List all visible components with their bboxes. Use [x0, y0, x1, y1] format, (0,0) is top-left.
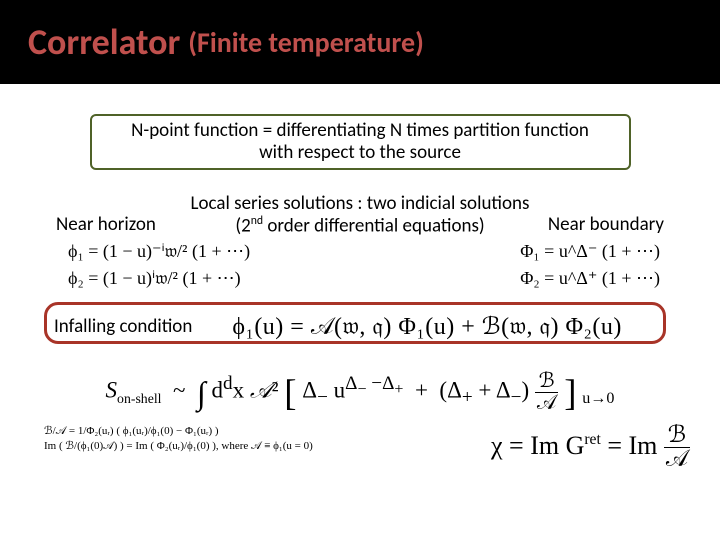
series-formulas: ϕ₁ = (1 − u)⁻ⁱ𝔴/² (1 + ⋯) ϕ₂ = (1 − u)ⁱ𝔴…	[0, 236, 720, 292]
title-sub: (Finite temperature)	[188, 25, 424, 60]
infalling-block: Infalling condition ϕ₁(u) = 𝒜(𝔴, 𝔮) Φ₁(u…	[0, 312, 720, 341]
boundary-series: Φ₁ = u^Δ⁻ (1 + ⋯) Φ₂ = u^Δ⁺ (1 + ⋯)	[520, 238, 660, 292]
horizon-series: ϕ₁ = (1 − u)⁻ⁱ𝔴/² (1 + ⋯) ϕ₂ = (1 − u)ⁱ𝔴…	[68, 238, 250, 292]
ratio-derivation: ℬ/𝒜 = 1/Φ₂(uᵣ) ( ϕ₁(uᵣ)/ϕ₁(0) − Φ₁(uᵣ) )…	[44, 424, 394, 472]
ratio-line2: Im ( ℬ/(ϕ₁(0)𝒜) ) = Im ( Φ₂(uᵣ)/ϕ₁(0) ),…	[44, 439, 394, 454]
infalling-label: Infalling condition	[54, 315, 192, 338]
boundary-phi1: Φ₁ = u^Δ⁻ (1 + ⋯)	[520, 238, 660, 265]
npoint-line1: N-point function = differentiating N tim…	[108, 120, 613, 142]
bottom-formulas: ℬ/𝒜 = 1/Φ₂(uᵣ) ( ϕ₁(uᵣ)/ϕ₁(0) − Φ₁(uᵣ) )…	[0, 414, 720, 472]
title-main: Correlator	[28, 20, 180, 64]
infalling-equation: ϕ₁(u) = 𝒜(𝔴, 𝔮) Φ₁(u) + ℬ(𝔴, 𝔮) Φ₂(u)	[232, 312, 622, 341]
near-boundary-label: Near boundary	[548, 213, 664, 236]
title-bar: Correlator (Finite temperature)	[0, 0, 720, 84]
horizon-phi2: ϕ₂ = (1 − u)ⁱ𝔴/² (1 + ⋯)	[68, 265, 250, 292]
npoint-box: N-point function = differentiating N tim…	[90, 114, 631, 170]
boundary-phi2: Φ₂ = u^Δ⁺ (1 + ⋯)	[520, 265, 660, 292]
local-line1: Local series solutions : two indicial so…	[0, 194, 720, 215]
near-horizon-label: Near horizon	[56, 213, 156, 236]
npoint-line2: with respect to the source	[108, 142, 613, 164]
horizon-phi1: ϕ₁ = (1 − u)⁻ⁱ𝔴/² (1 + ⋯)	[68, 238, 250, 265]
onshell-action: Son-shell ~ ∫ ddx 𝒜² [ Δ− uΔ− −Δ+ + (Δ+ …	[0, 371, 720, 414]
ratio-line1: ℬ/𝒜 = 1/Φ₂(uᵣ) ( ϕ₁(uᵣ)/ϕ₁(0) − Φ₁(uᵣ) )	[44, 424, 394, 439]
chi-equation: χ = Im Gret = Im ℬ𝒜	[491, 424, 690, 472]
